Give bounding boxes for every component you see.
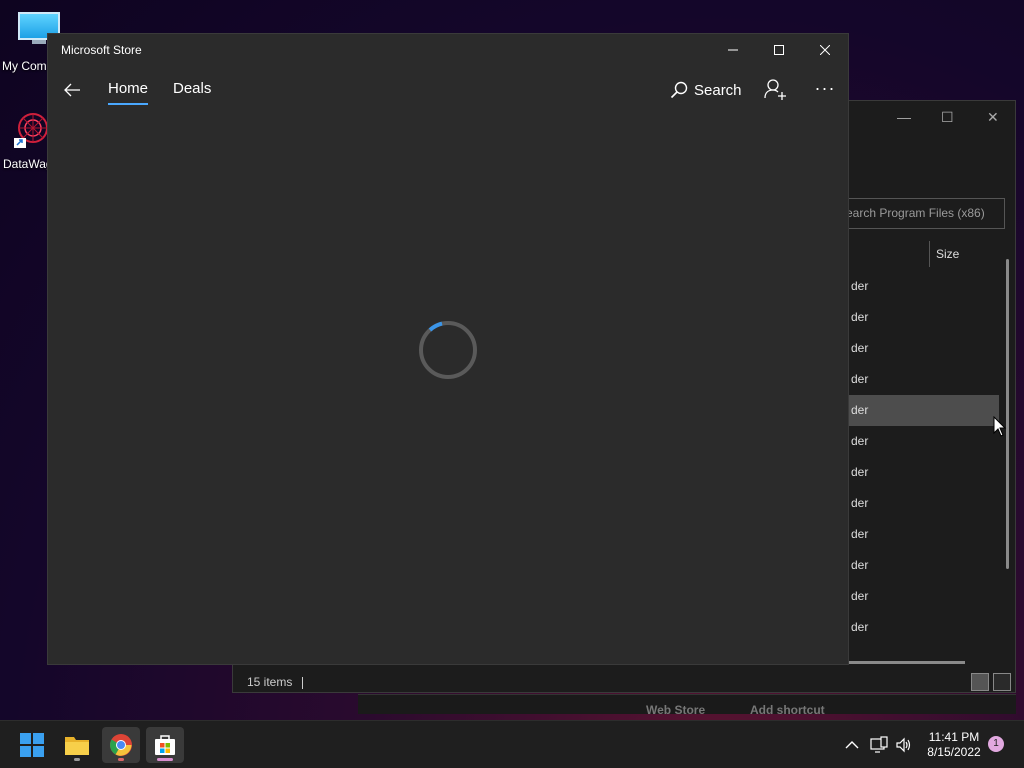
tab-home[interactable]: Home bbox=[108, 80, 149, 105]
tab-deals[interactable]: Deals bbox=[173, 80, 211, 97]
start-icon bbox=[20, 733, 44, 757]
status-bar: 15 items bbox=[247, 675, 304, 689]
web-store-label[interactable]: Web Store bbox=[646, 703, 705, 717]
list-item[interactable]: der bbox=[849, 581, 999, 612]
details-view-button[interactable] bbox=[971, 673, 989, 691]
close-button[interactable] bbox=[802, 34, 848, 66]
minimize-icon[interactable]: — bbox=[897, 109, 911, 125]
clock-time: 11:41 PM bbox=[928, 730, 980, 744]
list-item[interactable]: der bbox=[849, 333, 999, 364]
account-button[interactable] bbox=[764, 78, 790, 104]
ellipsis-icon: ··· bbox=[814, 78, 836, 98]
window-title: Microsoft Store bbox=[61, 43, 142, 57]
list-item[interactable]: der bbox=[849, 302, 999, 333]
search-button[interactable]: Search bbox=[670, 78, 742, 102]
system-clock[interactable]: 11:41 PM 8/15/2022 bbox=[920, 730, 988, 760]
microsoft-store-window[interactable]: Microsoft Store Home Deals Search ··· bbox=[47, 33, 849, 665]
clock-date: 8/15/2022 bbox=[927, 745, 981, 759]
list-item[interactable]: der bbox=[849, 612, 999, 643]
horizontal-scrollbar[interactable] bbox=[849, 661, 965, 664]
column-header-size[interactable]: Size bbox=[929, 241, 959, 267]
more-options-button[interactable]: ··· bbox=[812, 78, 838, 104]
taskbar-chrome[interactable] bbox=[102, 727, 140, 763]
start-button[interactable] bbox=[13, 727, 51, 763]
mouse-cursor-icon bbox=[993, 416, 1007, 437]
large-icons-view-button[interactable] bbox=[993, 673, 1011, 691]
background-window-strip: Web Store Add shortcut bbox=[358, 694, 1016, 717]
close-icon bbox=[820, 45, 830, 55]
network-icon[interactable] bbox=[870, 736, 888, 754]
minimize-icon bbox=[728, 49, 738, 51]
list-item[interactable]: der bbox=[849, 550, 999, 581]
chrome-icon bbox=[110, 734, 132, 756]
item-count: 15 items bbox=[247, 675, 293, 689]
file-list: der der der der der der der der der der … bbox=[849, 271, 999, 643]
list-item[interactable]: der bbox=[849, 457, 999, 488]
add-user-icon bbox=[764, 79, 786, 100]
loading-spinner-icon bbox=[419, 321, 477, 379]
back-button[interactable] bbox=[56, 74, 88, 106]
desktop-icon-label: My Com bbox=[2, 59, 47, 73]
microsoft-store-icon bbox=[155, 735, 175, 755]
chevron-up-icon[interactable] bbox=[843, 736, 861, 754]
search-label: Search bbox=[694, 81, 742, 99]
store-navigation: Home Deals Search ··· bbox=[48, 70, 848, 110]
taskbar-microsoft-store[interactable] bbox=[146, 727, 184, 763]
maximize-button[interactable] bbox=[756, 34, 802, 66]
search-input[interactable]: earch Program Files (x86) bbox=[839, 198, 1005, 229]
volume-icon[interactable] bbox=[895, 736, 913, 754]
list-item-selected[interactable]: der bbox=[849, 395, 999, 426]
list-item[interactable]: der bbox=[849, 488, 999, 519]
notification-badge[interactable]: 1 bbox=[988, 736, 1004, 752]
list-item[interactable]: der bbox=[849, 426, 999, 457]
list-item[interactable]: der bbox=[849, 364, 999, 395]
file-explorer-icon bbox=[65, 737, 89, 755]
desktop-icon-label: DataWag bbox=[3, 157, 53, 171]
list-item[interactable]: der bbox=[849, 271, 999, 302]
title-bar[interactable]: Microsoft Store bbox=[48, 34, 848, 66]
close-icon[interactable]: ✕ bbox=[987, 109, 999, 126]
maximize-icon bbox=[774, 45, 784, 55]
vertical-scrollbar[interactable] bbox=[1006, 259, 1009, 569]
list-item[interactable]: der bbox=[849, 519, 999, 550]
taskbar-file-explorer[interactable] bbox=[58, 727, 96, 763]
minimize-button[interactable] bbox=[710, 34, 756, 66]
taskbar: 11:41 PM 8/15/2022 bbox=[0, 720, 1024, 768]
search-icon bbox=[670, 81, 688, 99]
back-arrow-icon bbox=[64, 83, 80, 97]
add-shortcut-label[interactable]: Add shortcut bbox=[750, 703, 825, 717]
maximize-icon[interactable]: ☐ bbox=[941, 109, 954, 126]
